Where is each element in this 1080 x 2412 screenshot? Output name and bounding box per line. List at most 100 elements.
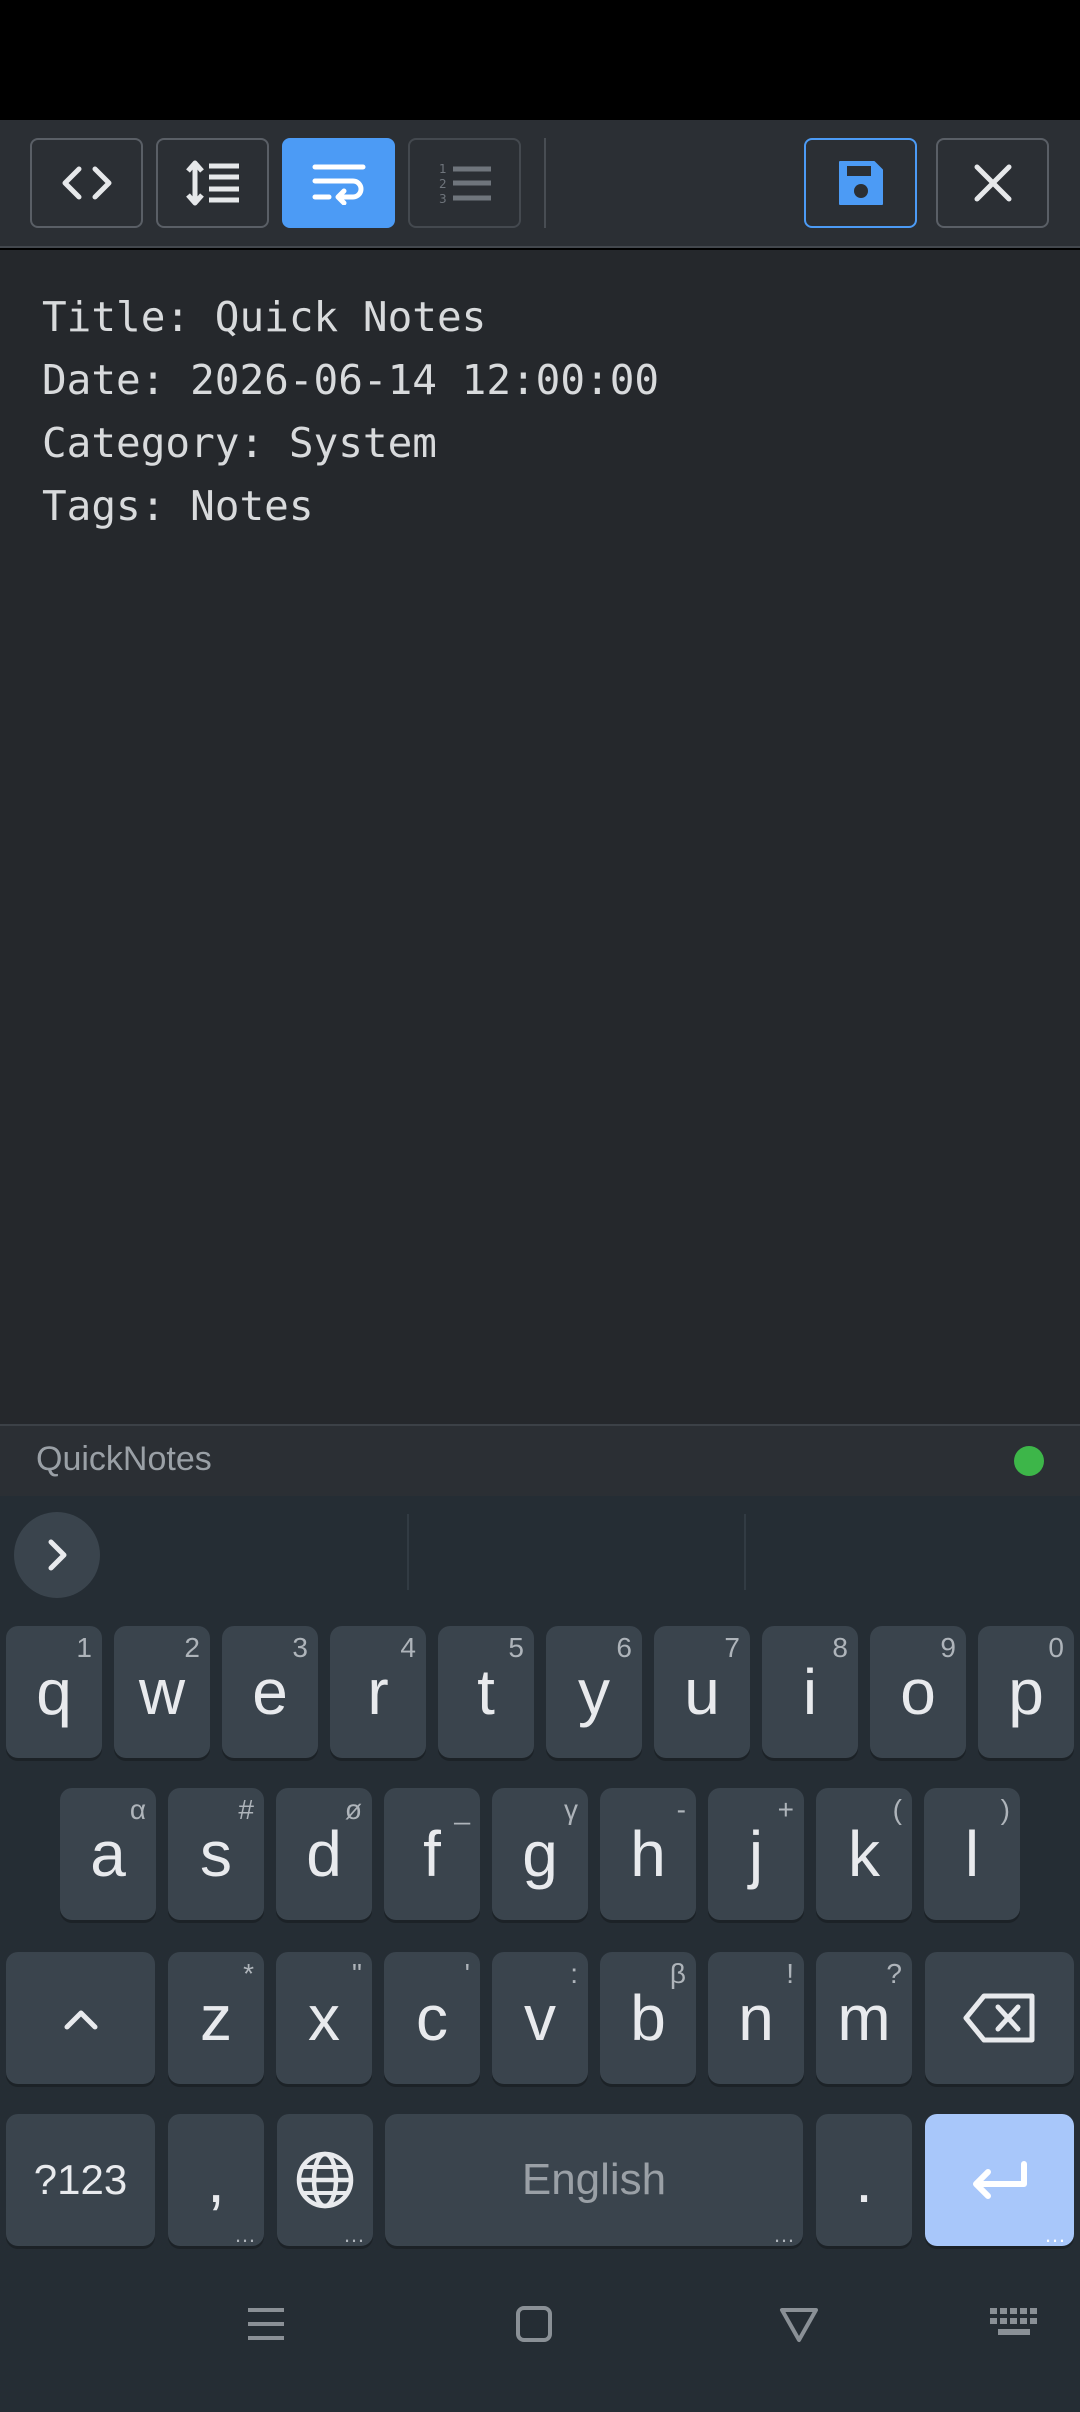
key-y[interactable]: y6 [546,1626,642,1758]
navigation-bar [0,2250,1080,2412]
key-hint: 4 [400,1632,416,1663]
code-view-icon [62,166,111,200]
home-nav-icon[interactable] [514,2304,554,2344]
key-hint: 3 [292,1632,308,1663]
period-key[interactable]: . [816,2114,912,2246]
key-hint: : [570,1958,578,1989]
key-label: n [738,1982,774,2054]
close-button[interactable] [936,138,1049,228]
key-hint: γ [564,1794,578,1825]
key-hint: 1 [76,1632,92,1663]
key-i[interactable]: i8 [762,1626,858,1758]
editor-toolbar: 1 2 3 [0,120,1080,248]
key-e[interactable]: e3 [222,1626,318,1758]
key-h[interactable]: h- [600,1788,696,1920]
key-p[interactable]: p0 [978,1626,1074,1758]
line-numbers-icon: 1 2 3 [439,162,491,205]
key-hint: 0 [1048,1632,1064,1663]
key-hint: β [669,1958,686,1989]
key-t[interactable]: t5 [438,1626,534,1758]
backspace-key[interactable] [925,1952,1074,2084]
key-hint: * [243,1958,254,1989]
symbols-key[interactable]: ?123 [6,2114,155,2246]
language-key-more: … [343,2222,365,2247]
code-view-button[interactable] [30,138,143,228]
key-label: x [308,1982,340,2054]
key-r[interactable]: r4 [330,1626,426,1758]
key-a[interactable]: aα [60,1788,156,1920]
svg-text:2: 2 [439,177,447,191]
key-label: c [416,1982,448,2054]
key-s[interactable]: s # [168,1788,264,1920]
comma-key[interactable]: , … [168,2114,264,2246]
comma-key-label: , [207,2144,225,2216]
enter-icon [972,2161,1027,2199]
key-hint: - [676,1794,686,1825]
word-wrap-icon [312,164,365,205]
line-numbers-button[interactable]: 1 2 3 [408,138,521,228]
status-indicator [1014,1446,1044,1476]
key-label: a [90,1818,126,1890]
editor-footer: QuickNotes [0,1424,1080,1496]
key-c[interactable]: c ' [384,1952,480,2084]
key-hint: ? [886,1958,902,1989]
back-nav-icon[interactable] [778,2304,820,2344]
key-label: h [630,1818,666,1890]
key-o[interactable]: o9 [870,1626,966,1758]
key-hint: 9 [940,1632,956,1663]
suggestion-divider [744,1514,746,1590]
editor-line-category: Category: System [42,419,437,467]
text-editor[interactable]: Title: Quick Notes Date: 2026-06-14 12:0… [0,250,1080,1424]
shift-key[interactable] [6,1952,155,2084]
key-b[interactable]: bβ [600,1952,696,2084]
globe-icon [296,2151,354,2209]
space-key[interactable]: English … [385,2114,803,2246]
key-l[interactable]: l) [924,1788,1020,1920]
key-hint: " [352,1958,362,1989]
editor-line-date: Date: 2026-06-14 12:00:00 [42,356,660,404]
key-label: s [200,1818,232,1890]
period-key-label: . [855,2144,873,2216]
key-label: v [524,1982,556,2054]
key-label: d [306,1818,342,1890]
key-hint: 5 [508,1632,524,1663]
key-m[interactable]: m? [816,1952,912,2084]
line-height-button[interactable] [156,138,269,228]
key-label: r [367,1656,389,1728]
key-d[interactable]: dø [276,1788,372,1920]
key-label: q [36,1656,72,1728]
key-hint: ' [464,1958,470,1989]
word-wrap-button[interactable] [282,138,395,228]
key-hint: 6 [616,1632,632,1663]
menu-nav-icon[interactable] [244,2304,288,2344]
key-k[interactable]: k( [816,1788,912,1920]
key-g[interactable]: gγ [492,1788,588,1920]
key-z[interactable]: z * [168,1952,264,2084]
key-label: k [848,1818,880,1890]
key-label: m [837,1982,891,2054]
key-n[interactable]: n! [708,1952,804,2084]
key-x[interactable]: x " [276,1952,372,2084]
key-w[interactable]: w2 [114,1626,210,1758]
suggestions-toggle-button[interactable] [14,1512,100,1598]
key-hint: 2 [184,1632,200,1663]
key-label: e [252,1656,288,1728]
key-v[interactable]: v: [492,1952,588,2084]
language-key[interactable]: … [277,2114,373,2246]
key-u[interactable]: u7 [654,1626,750,1758]
space-key-label: English [521,2155,667,2204]
enter-key[interactable]: … [925,2114,1074,2246]
key-j[interactable]: j + [708,1788,804,1920]
editor-line-title: Title: Quick Notes [42,293,487,341]
key-hint: ) [1000,1794,1010,1825]
backspace-icon [963,1993,1034,2043]
key-label: i [802,1656,818,1728]
keyboard-hide-icon[interactable] [988,2304,1040,2344]
space-key-more: … [773,2222,795,2247]
save-button[interactable] [804,138,917,228]
key-q[interactable]: q1 [6,1626,102,1758]
enter-key-more: … [1044,2222,1066,2247]
key-label: o [900,1656,936,1728]
key-f[interactable]: f _ [384,1788,480,1920]
line-height-icon [185,160,239,206]
